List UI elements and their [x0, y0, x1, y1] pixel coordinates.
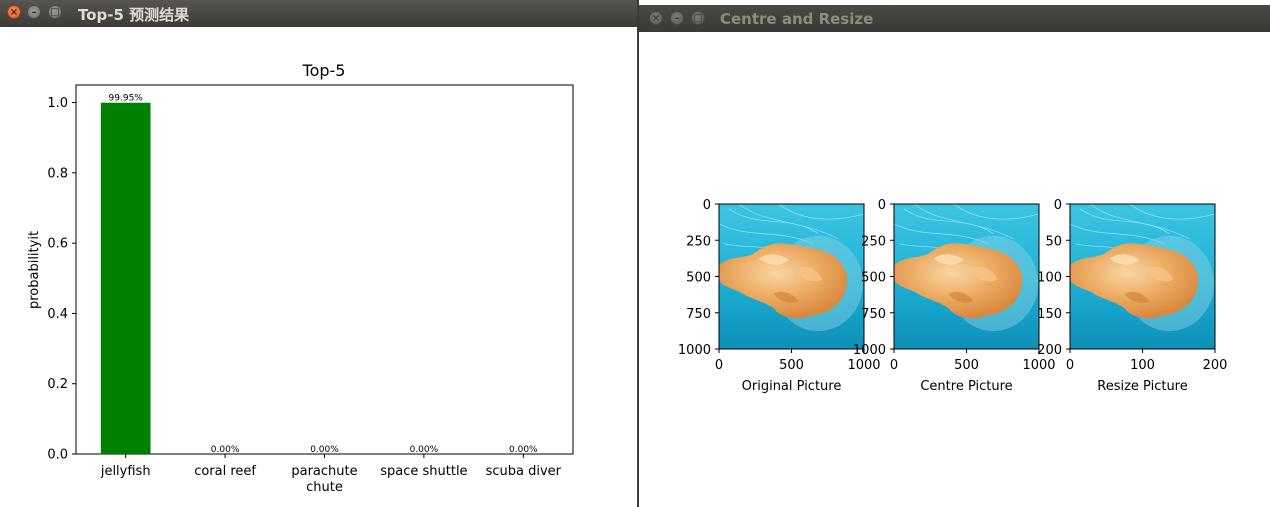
- x-tick-label: 200: [1203, 358, 1228, 373]
- chart-title: Top-5: [302, 61, 346, 80]
- y-tick-label: 0: [1054, 198, 1062, 213]
- image-panels: 025050075010000 500 1000Original Picture02…: [678, 198, 1228, 394]
- bar: [100, 102, 151, 455]
- y-tick-label: 0: [878, 198, 886, 213]
- y-tick-label: 0.0: [47, 448, 68, 463]
- y-tick-label: 750: [686, 307, 711, 322]
- x-tick-label: 500: [954, 358, 979, 373]
- x-tick-label: jellyfish: [100, 464, 151, 479]
- y-tick-label: 150: [1037, 307, 1062, 322]
- y-tick-label: 0.4: [47, 307, 68, 322]
- bar-value-label: 99.95%: [109, 94, 144, 104]
- bar-chart: Top-5 probabilityit 0.0 0.2 0.4 0.6 0.8 1.0 99…: [27, 61, 574, 495]
- x-tick-label: 0: [890, 358, 898, 373]
- bar-value-label: 0.00%: [509, 445, 538, 455]
- y-tick-label: 250: [686, 234, 711, 249]
- x-tick-label: 0: [715, 358, 723, 373]
- y-tick-label: 250: [861, 234, 886, 249]
- image-panel: 0 50 100 150 200 0 100 200 Resize Picture: [1037, 198, 1227, 394]
- jellyfish-image: [894, 204, 1039, 349]
- x-tick-label: 0: [1066, 358, 1074, 373]
- y-tick-label: 1000: [678, 343, 711, 358]
- y-tick-label: 500: [861, 271, 886, 286]
- top5-window: × – □ Top-5 预测结果 Top-5 probabilityit 0.0…: [0, 0, 637, 507]
- x-tick-label: 100: [1130, 358, 1155, 373]
- image-panel: 0 250 500 750 1000 0 500 1000 Original Picture: [678, 198, 881, 394]
- x-tick-label: chute: [306, 480, 343, 495]
- y-tick-label: 100: [1037, 271, 1062, 286]
- y-tick-label: 1000: [853, 343, 886, 358]
- x-tick-label: coral reef: [194, 464, 256, 479]
- x-tick-label: scuba diver: [486, 464, 562, 479]
- y-tick-label: 0: [703, 198, 711, 213]
- x-tick-label: 500: [779, 358, 804, 373]
- image-caption: Resize Picture: [1097, 379, 1188, 394]
- x-tick-label: 1000: [1022, 358, 1055, 373]
- centre-resize-window: × – □ Centre and Resize 0 250 500 750 10…: [639, 0, 1270, 507]
- x-tick-label: parachute: [291, 464, 357, 479]
- image-caption: Original Picture: [742, 379, 842, 394]
- x-tick-label: space shuttle: [380, 464, 467, 479]
- y-tick-label: 0.2: [47, 377, 68, 392]
- image-caption: Centre Picture: [920, 379, 1012, 394]
- y-axis-label: probabilityit: [27, 231, 42, 309]
- y-tick-label: 500: [686, 271, 711, 286]
- y-tick-label: 750: [861, 307, 886, 322]
- jellyfish-image: [719, 204, 864, 349]
- image-panel: 0 250 500 750 1000 0 500 1000 Centre Picture: [853, 198, 1056, 394]
- y-tick-label: 1.0: [47, 96, 68, 111]
- bar-value-label: 0.00%: [410, 445, 439, 455]
- jellyfish-image: [1070, 204, 1215, 349]
- bar-value-label: 0.00%: [310, 445, 339, 455]
- y-tick-label: 0.8: [47, 166, 68, 181]
- x-tick-label: 1000: [847, 358, 880, 373]
- y-tick-label: 50: [1045, 234, 1062, 249]
- y-tick-label: 0.6: [47, 237, 68, 252]
- bar-value-label: 0.00%: [211, 445, 240, 455]
- y-tick-label: 200: [1037, 343, 1062, 358]
